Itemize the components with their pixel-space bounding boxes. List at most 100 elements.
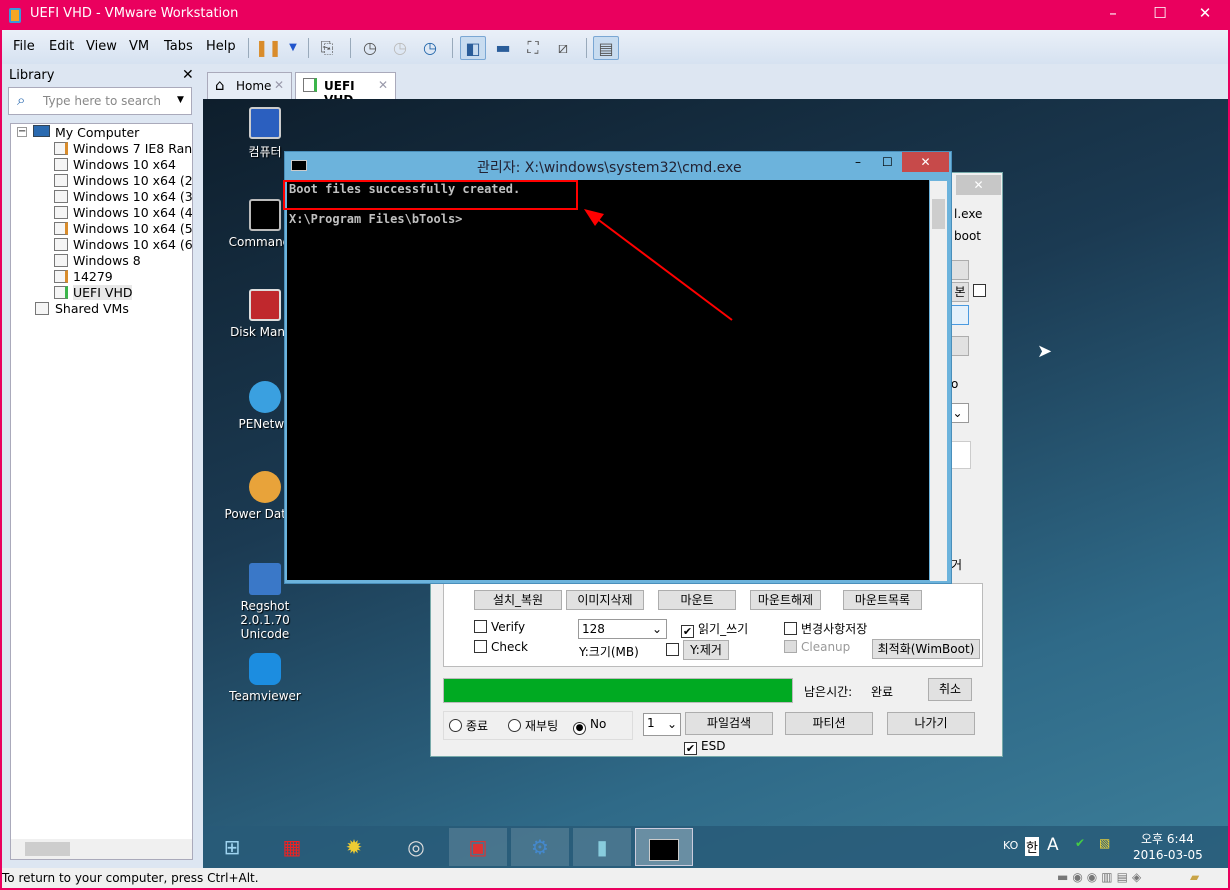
partition-button[interactable]: 파티션 — [785, 712, 873, 735]
taskbar-imagine-icon[interactable]: ✹ — [325, 828, 383, 866]
clock-date[interactable]: 2016-03-05 — [1133, 848, 1203, 862]
taskbar-app-icon[interactable]: ▦ — [263, 828, 321, 866]
tree-vm-item[interactable]: Windows 8 — [73, 253, 141, 268]
vm-running-icon — [303, 78, 317, 92]
thumbnail-icon[interactable]: ▬ — [490, 36, 516, 60]
tree-vm-item[interactable]: Windows 10 x64 (3) — [73, 189, 192, 204]
taskbar-cmd-icon[interactable] — [635, 828, 693, 866]
taskbar-network-icon[interactable]: ⚙ — [511, 828, 569, 866]
library-view-icon[interactable]: ◧ — [460, 36, 486, 60]
taskbar-disc-icon[interactable]: ◎ — [387, 828, 445, 866]
tree-vm-item[interactable]: 14279 — [73, 269, 113, 284]
cmd-scrollbar[interactable] — [930, 181, 947, 581]
device-status-icons[interactable]: ▬◉◉▥▤◈ — [1057, 870, 1145, 884]
collapse-icon[interactable]: − — [17, 127, 27, 137]
snapshot-revert-icon[interactable]: ◷ — [387, 36, 413, 60]
tree-vm-item[interactable]: Windows 10 x64 — [73, 157, 176, 172]
menu-bar: File Edit View VM Tabs Help ❚❚ ▼ ⎘ ◷ ◷ ◷… — [2, 30, 1228, 64]
read-write-checkbox[interactable]: ✔ 읽기_쓰기 — [681, 620, 748, 638]
save-changes-checkbox[interactable]: 변경사항저장 — [784, 620, 867, 637]
menu-view[interactable]: View — [86, 39, 117, 54]
start-button[interactable]: ⊞ — [203, 828, 261, 866]
menu-help[interactable]: Help — [206, 39, 236, 54]
snapshot-take-icon[interactable]: ◷ — [357, 36, 383, 60]
radio-no[interactable]: ● No — [573, 717, 606, 735]
send-ctrl-alt-del-icon[interactable]: ⎘ — [314, 36, 340, 60]
partial-button[interactable] — [951, 260, 969, 280]
optimize-wimboot-button[interactable]: 최적화(WimBoot) — [872, 639, 980, 659]
partial-button[interactable] — [951, 305, 969, 325]
tree-vm-item[interactable]: UEFI VHD — [73, 285, 133, 300]
cmd-minimize-button[interactable]: – — [855, 155, 861, 169]
index-dropdown[interactable]: 1 ⌄ — [643, 713, 681, 736]
unity-icon[interactable]: ⧄ — [550, 36, 576, 60]
tree-vm-item[interactable]: Windows 7 IE8 Ransc — [73, 141, 192, 156]
radio-reboot[interactable]: 재부팅 — [508, 717, 558, 734]
cmd-maximize-button[interactable]: ☐ — [882, 155, 893, 169]
clock-time[interactable]: 오후 6:44 — [1141, 830, 1194, 847]
annotation-arrow — [584, 209, 733, 321]
console-view-icon[interactable]: ▤ — [593, 36, 619, 60]
taskbar-toolbox-icon[interactable]: ▣ — [449, 828, 507, 866]
file-search-button[interactable]: 파일검색 — [685, 712, 773, 735]
pause-icon[interactable]: ❚❚ — [255, 36, 282, 60]
cmd-icon — [291, 160, 307, 171]
tab-uefi-vhd[interactable]: UEFI VHD ✕ — [295, 72, 396, 107]
dialog-close-button[interactable]: ✕ — [956, 175, 1001, 195]
library-close-icon[interactable]: ✕ — [182, 67, 194, 83]
tree-shared-vms[interactable]: Shared VMs — [55, 301, 129, 316]
tray-app-icon[interactable]: ▧ — [1099, 836, 1110, 850]
esd-checkbox[interactable]: ✔ ESD — [684, 739, 725, 755]
vm-icon — [54, 158, 68, 171]
menu-file[interactable]: File — [13, 39, 35, 54]
tree-horizontal-scrollbar[interactable] — [11, 839, 192, 859]
search-dropdown-icon[interactable]: ▼ — [177, 95, 184, 105]
menu-vm[interactable]: VM — [129, 39, 149, 54]
tab-home[interactable]: ⌂ Home ✕ — [207, 72, 292, 99]
minimize-button[interactable]: – — [1098, 4, 1128, 26]
verify-checkbox[interactable]: Verify — [474, 620, 525, 634]
install-restore-button[interactable]: 설치_복원 — [474, 590, 562, 610]
tab-close-icon[interactable]: ✕ — [274, 78, 284, 92]
ime-indicator[interactable]: KO — [1003, 839, 1018, 852]
partial-checkbox[interactable] — [973, 284, 990, 298]
tree-vm-item[interactable]: Windows 10 x64 (6) — [73, 237, 192, 252]
tree-vm-item[interactable]: Windows 10 x64 (5) — [73, 221, 192, 236]
maximize-button[interactable]: ☐ — [1145, 4, 1175, 26]
input-mode-indicator[interactable]: A — [1047, 835, 1059, 855]
mount-list-button[interactable]: 마운트목록 — [843, 590, 922, 610]
desktop-icon-teamviewer[interactable]: Teamviewer — [215, 653, 315, 703]
cleanup-checkbox[interactable]: Cleanup — [784, 640, 850, 654]
check-checkbox[interactable]: Check — [474, 640, 528, 654]
fullscreen-icon[interactable]: ⛶ — [520, 36, 546, 60]
partial-button[interactable] — [951, 336, 969, 356]
y-remove-button[interactable]: Y:제거 — [683, 640, 729, 660]
size-dropdown[interactable]: 128 ⌄ — [578, 619, 667, 639]
snapshot-manager-icon[interactable]: ◷ — [417, 36, 443, 60]
vm-icon — [54, 270, 68, 283]
library-search-input[interactable]: ⌕ Type here to search ▼ — [8, 87, 192, 115]
delete-image-button[interactable]: 이미지삭제 — [566, 590, 644, 610]
cmd-close-button[interactable]: ✕ — [902, 152, 949, 172]
usb-safe-remove-icon[interactable]: ✔ — [1075, 836, 1085, 850]
tree-vm-item[interactable]: Windows 10 x64 (2) — [73, 173, 192, 188]
radio-shutdown[interactable]: 종료 — [449, 717, 488, 734]
mount-button[interactable]: 마운트 — [658, 590, 736, 610]
dropdown-icon[interactable]: ▼ — [280, 36, 306, 60]
message-log-icon[interactable]: ▰ — [1190, 870, 1199, 884]
cancel-button[interactable]: 취소 — [928, 678, 972, 701]
tree-vm-item[interactable]: Windows 10 x64 (4) — [73, 205, 192, 220]
exit-button[interactable]: 나가기 — [887, 712, 975, 735]
unmount-button[interactable]: 마운트해제 — [750, 590, 821, 610]
partial-button[interactable]: 본 — [951, 282, 969, 302]
hangul-indicator[interactable]: 한 — [1025, 837, 1039, 856]
window-title: UEFI VHD - VMware Workstation — [30, 6, 239, 21]
y-remove-checkbox[interactable] — [666, 643, 683, 657]
tab-close-icon[interactable]: ✕ — [378, 78, 388, 92]
close-button[interactable]: ✕ — [1190, 4, 1220, 26]
menu-tabs[interactable]: Tabs — [164, 39, 193, 54]
menu-edit[interactable]: Edit — [49, 39, 74, 54]
taskbar-explorer-icon[interactable]: ▮ — [573, 828, 631, 866]
tree-my-computer[interactable]: My Computer — [55, 125, 139, 140]
cmd-title: 관리자: X:\windows\system32\cmd.exe — [477, 160, 742, 176]
